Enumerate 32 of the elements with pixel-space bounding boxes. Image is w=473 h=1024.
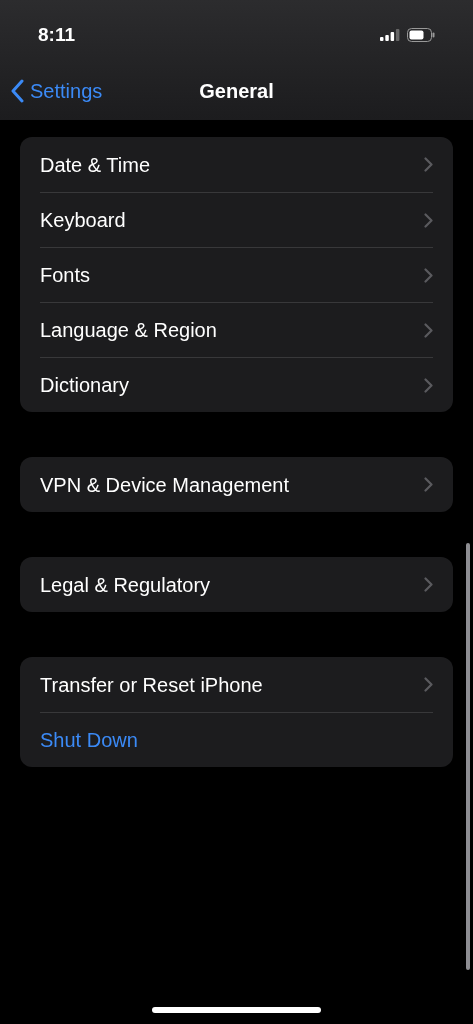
row-label: Keyboard bbox=[40, 208, 126, 233]
nav-title: General bbox=[199, 79, 274, 104]
chevron-icon bbox=[424, 377, 433, 393]
settings-row[interactable]: Keyboard bbox=[20, 192, 453, 247]
row-label: Legal & Regulatory bbox=[40, 572, 211, 598]
chevron-icon bbox=[424, 322, 433, 338]
settings-row[interactable]: Transfer or Reset iPhone bbox=[20, 657, 453, 712]
settings-row[interactable]: Date & Time bbox=[20, 137, 453, 192]
chevron-icon bbox=[424, 157, 433, 172]
settings-row[interactable]: Fonts bbox=[20, 247, 453, 302]
settings-row[interactable]: Dictionary bbox=[20, 357, 453, 412]
chevron-icon bbox=[424, 477, 433, 492]
settings-row[interactable]: Language & Region bbox=[20, 302, 453, 357]
chevron-icon bbox=[424, 677, 433, 692]
settings-row[interactable]: VPN & Device Management bbox=[20, 457, 453, 512]
settings-row[interactable]: Legal & Regulatory bbox=[20, 557, 453, 612]
row-label: Date & Time bbox=[40, 152, 151, 178]
row-label: Language & Region bbox=[40, 318, 217, 343]
row-label: VPN & Device Management bbox=[40, 472, 289, 498]
action-row[interactable]: Shut Down bbox=[20, 712, 453, 767]
row-label: Shut Down bbox=[40, 728, 138, 753]
chevron-icon bbox=[424, 577, 433, 592]
back-chevron-icon bbox=[10, 79, 24, 103]
row-label: Dictionary bbox=[40, 373, 129, 398]
row-label: Fonts bbox=[40, 263, 91, 288]
status-time: 8:11 bbox=[38, 22, 75, 47]
back-button[interactable]: Settings bbox=[10, 76, 103, 106]
row-label: Transfer or Reset iPhone bbox=[40, 672, 263, 698]
chevron-icon bbox=[424, 267, 433, 283]
chevron-icon bbox=[424, 212, 433, 228]
battery-icon bbox=[407, 28, 435, 42]
signal-icon bbox=[380, 29, 400, 41]
